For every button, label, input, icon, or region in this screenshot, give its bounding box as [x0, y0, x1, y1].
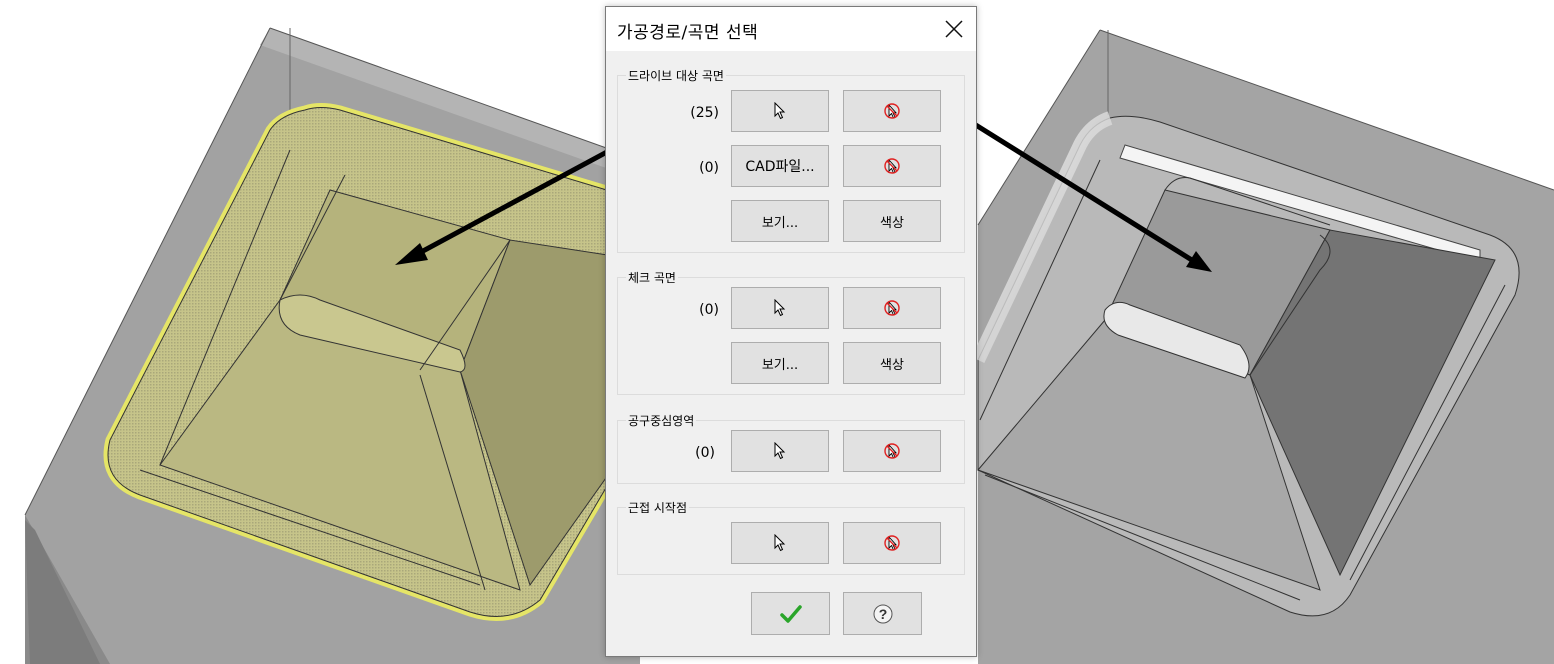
- toolpath-surface-selection-dialog: 가공경로/곡면 선택 드라이브 대상 곡면 (25) (0) CAD파일...: [605, 6, 977, 657]
- check-surface-count: (0): [699, 302, 719, 318]
- close-button[interactable]: [938, 13, 970, 45]
- drive-color-button[interactable]: 색상: [843, 200, 941, 242]
- approach-select-button[interactable]: [731, 522, 829, 564]
- cursor-cancel-icon: [884, 443, 900, 459]
- cad-file-button[interactable]: CAD파일...: [731, 145, 829, 187]
- drive-view-button[interactable]: 보기...: [731, 200, 829, 242]
- drive-deselect-button[interactable]: [843, 90, 941, 132]
- check-view-button[interactable]: 보기...: [731, 342, 829, 384]
- part-model-right: [971, 29, 1554, 664]
- ok-button[interactable]: [751, 592, 830, 635]
- tool-center-count: (0): [695, 445, 715, 461]
- approach-deselect-button[interactable]: [843, 522, 941, 564]
- cursor-arrow-icon: [774, 102, 786, 120]
- help-button[interactable]: ?: [843, 592, 922, 635]
- cursor-cancel-icon: [884, 158, 900, 174]
- group-check-label: 체크 곡면: [626, 269, 678, 286]
- help-question-icon: ?: [873, 604, 892, 623]
- cursor-arrow-icon: [774, 442, 786, 460]
- check-select-button[interactable]: [731, 287, 829, 329]
- svg-text:?: ?: [878, 606, 887, 622]
- dialog-titlebar[interactable]: 가공경로/곡면 선택: [606, 7, 976, 51]
- group-tool-center-label: 공구중심영역: [626, 412, 697, 429]
- part-model-left: [24, 27, 645, 664]
- drive-cad-count: (0): [699, 160, 719, 176]
- cursor-cancel-icon: [884, 535, 900, 551]
- drive-cad-deselect-button[interactable]: [843, 145, 941, 187]
- green-checkmark-icon: [779, 604, 802, 623]
- group-approach-label: 근접 시작점: [626, 499, 690, 516]
- cursor-cancel-icon: [884, 103, 900, 119]
- drive-surface-count: (25): [690, 105, 719, 121]
- cursor-cancel-icon: [884, 300, 900, 316]
- check-deselect-button[interactable]: [843, 287, 941, 329]
- cursor-arrow-icon: [774, 534, 786, 552]
- drive-select-button[interactable]: [731, 90, 829, 132]
- cursor-arrow-icon: [774, 299, 786, 317]
- dialog-title: 가공경로/곡면 선택: [617, 23, 759, 43]
- tool-center-select-button[interactable]: [731, 430, 829, 472]
- tool-center-deselect-button[interactable]: [843, 430, 941, 472]
- close-icon: [945, 20, 963, 38]
- check-color-button[interactable]: 색상: [843, 342, 941, 384]
- group-drive-label: 드라이브 대상 곡면: [626, 67, 726, 84]
